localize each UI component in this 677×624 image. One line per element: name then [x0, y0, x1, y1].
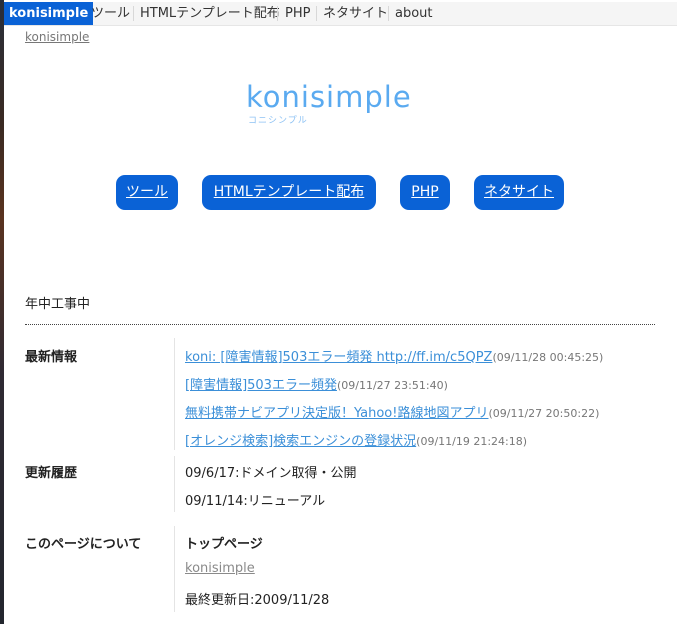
- history-item: 09/11/14:リニューアル: [185, 494, 326, 509]
- top-nav-separator: [316, 6, 317, 21]
- news-heading: 最新情報: [25, 350, 78, 365]
- top-nav-bar: konisimple ツール HTMLテンプレート配布 PHP ネタサイト ab…: [4, 2, 677, 26]
- news-item: 無料携帯ナビアプリ決定版！Yahoo!路線地図アプリ(09/11/27 20:5…: [185, 402, 599, 421]
- breadcrumb[interactable]: konisimple: [25, 30, 89, 44]
- nav-button-tools[interactable]: ツール: [116, 175, 178, 210]
- news-timestamp: (09/11/19 21:24:18): [416, 435, 528, 448]
- top-nav-tools[interactable]: ツール: [91, 2, 130, 25]
- about-site-link[interactable]: konisimple: [185, 561, 255, 576]
- news-link[interactable]: [障害情報]503エラー頻発: [185, 378, 337, 393]
- row-separator: [174, 456, 175, 512]
- news-item: [オレンジ検索]検索エンジンの登録状況(09/11/19 21:24:18): [185, 430, 527, 449]
- news-link[interactable]: koni: [障害情報]503エラー頻発 http://ff.im/c5QPZ: [185, 350, 492, 365]
- nav-button-templates[interactable]: HTMLテンプレート配布: [202, 175, 376, 210]
- top-nav-neta[interactable]: ネタサイト: [323, 2, 388, 25]
- about-page-title: トップページ: [185, 537, 263, 552]
- top-nav-separator: [388, 6, 389, 21]
- about-link-row: konisimple: [185, 561, 255, 576]
- last-updated: 最終更新日:2009/11/28: [185, 593, 330, 608]
- top-nav-home[interactable]: konisimple: [4, 2, 94, 25]
- row-separator: [174, 338, 175, 450]
- news-item: [障害情報]503エラー頻発(09/11/27 23:51:40): [185, 374, 448, 393]
- top-nav-about[interactable]: about: [395, 2, 433, 25]
- top-nav-templates[interactable]: HTMLテンプレート配布: [140, 2, 280, 25]
- row-separator: [174, 526, 175, 612]
- news-timestamp: (09/11/27 20:50:22): [488, 407, 600, 420]
- site-logo[interactable]: konisimple コニシンプル: [246, 80, 446, 130]
- history-heading: 更新履歴: [25, 466, 78, 481]
- window-edge: [0, 0, 4, 624]
- news-item: koni: [障害情報]503エラー頻発 http://ff.im/c5QPZ(…: [185, 346, 603, 365]
- section-divider: [25, 324, 655, 325]
- news-link[interactable]: [オレンジ検索]検索エンジンの登録状況: [185, 434, 416, 449]
- logo-subtitle: コニシンプル: [248, 116, 308, 126]
- logo-title: konisimple: [246, 80, 412, 114]
- nav-button-php[interactable]: PHP: [400, 175, 450, 210]
- news-link[interactable]: 無料携帯ナビアプリ決定版！Yahoo!路線地図アプリ: [185, 406, 488, 421]
- top-nav-separator: [277, 6, 278, 21]
- about-heading: このページについて: [25, 537, 142, 552]
- news-timestamp: (09/11/28 00:45:25): [492, 351, 604, 364]
- news-timestamp: (09/11/27 23:51:40): [336, 379, 448, 392]
- top-nav-separator: [133, 6, 134, 21]
- top-nav-php[interactable]: PHP: [285, 2, 310, 25]
- nav-button-neta[interactable]: ネタサイト: [474, 175, 564, 210]
- history-item: 09/6/17:ドメイン取得・公開: [185, 466, 357, 481]
- tagline: 年中工事中: [25, 297, 91, 312]
